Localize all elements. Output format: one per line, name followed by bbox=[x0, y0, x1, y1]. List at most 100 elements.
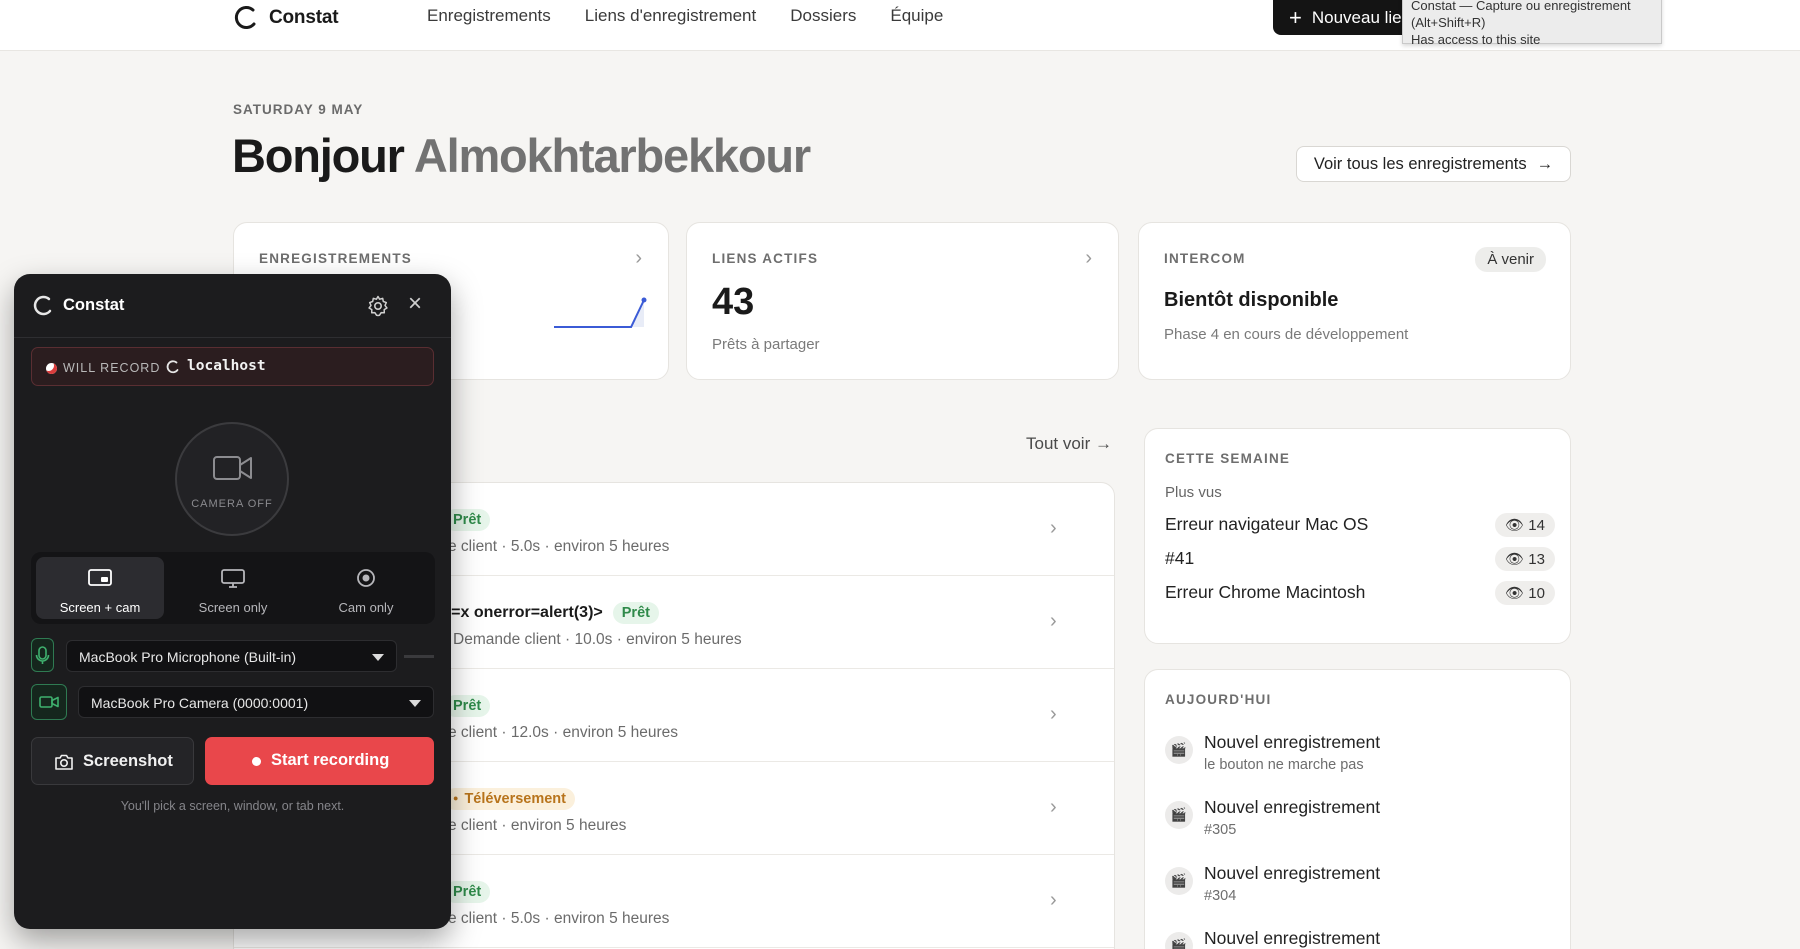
new-link-button[interactable]: + Nouveau lie bbox=[1273, 0, 1413, 35]
activity-title: Nouvel enregistrement bbox=[1204, 732, 1381, 752]
list-item[interactable]: Erreur Chrome Macintosh 👁 10 bbox=[1165, 581, 1555, 605]
microphone-value: MacBook Pro Microphone (Built-in) bbox=[79, 649, 297, 665]
new-link-label: Nouveau lie bbox=[1311, 7, 1402, 27]
this-week-card: CETTE SEMAINE Plus vus Erreur navigateur… bbox=[1144, 428, 1571, 644]
stat-label: LIENS ACTIFS bbox=[712, 251, 819, 266]
current-date: SATURDAY 9 MAY bbox=[233, 102, 364, 117]
recording-meta: e client · 12.0s · environ 5 heures bbox=[448, 724, 679, 741]
will-record-banner: WILL RECORD localhost bbox=[31, 347, 434, 386]
intercom-title: Bientôt disponible bbox=[1164, 289, 1339, 311]
see-all-recordings-button[interactable]: Voir tous les enregistrements → bbox=[1296, 146, 1571, 182]
mode-screen-only[interactable]: Screen only bbox=[169, 557, 297, 619]
extension-tooltip: Constat — Capture ou enregistrement (Alt… bbox=[1402, 0, 1662, 47]
mode-label: Cam only bbox=[338, 600, 394, 615]
intercom-sub: Phase 4 en cours de développement bbox=[1164, 326, 1409, 343]
camera-icon bbox=[55, 754, 73, 770]
see-all-link[interactable]: Tout voir → bbox=[1026, 434, 1112, 454]
record-dot-icon bbox=[252, 757, 261, 766]
page-title: Bonjour Almokhtarbekkour bbox=[232, 128, 811, 183]
list-item[interactable]: #41 👁 13 bbox=[1165, 547, 1555, 571]
recording-title: Téléversement bbox=[434, 788, 575, 810]
mode-label: Screen only bbox=[198, 600, 268, 615]
recording-name: #41 bbox=[1165, 548, 1195, 568]
chevron-right-icon: › bbox=[1050, 703, 1057, 725]
today-card: AUJOURD'HUI 🎬 Nouvel enregistrement le b… bbox=[1144, 669, 1571, 949]
section-label: AUJOURD'HUI bbox=[1165, 692, 1272, 707]
brand-logo[interactable]: Constat bbox=[233, 4, 339, 32]
mic-level-meter bbox=[404, 655, 434, 658]
recording-meta: e client · 5.0s · environ 5 heures bbox=[448, 538, 670, 555]
activity-title: Nouvel enregistrement bbox=[1204, 797, 1381, 817]
nav-link-folders[interactable]: Dossiers bbox=[790, 6, 856, 26]
record-indicator-icon bbox=[46, 363, 57, 374]
clapperboard-icon: 🎬 bbox=[1165, 736, 1193, 764]
chevron-right-icon: › bbox=[1050, 610, 1057, 632]
activity-sub: #304 bbox=[1204, 888, 1237, 904]
nav-link-recording-links[interactable]: Liens d'enregistrement bbox=[585, 6, 756, 26]
screen-cam-icon bbox=[88, 569, 112, 586]
will-record-label: WILL RECORD bbox=[63, 361, 161, 375]
video-camera-icon bbox=[39, 696, 59, 708]
start-recording-button[interactable]: Start recording bbox=[205, 737, 434, 785]
mode-cam-only[interactable]: Cam only bbox=[302, 557, 430, 619]
recorder-panel: Constat × WILL RECORD localhost CAMERA O… bbox=[14, 274, 451, 929]
screenshot-button[interactable]: Screenshot bbox=[31, 737, 194, 785]
coming-soon-badge: À venir bbox=[1475, 247, 1546, 272]
nav-links: Enregistrements Liens d'enregistrement D… bbox=[427, 6, 943, 26]
video-camera-icon bbox=[213, 456, 252, 480]
chevron-right-icon: › bbox=[1085, 247, 1092, 269]
list-item[interactable]: Erreur navigateur Mac OS 👁 14 bbox=[1165, 513, 1555, 537]
status-badge: Prêt bbox=[612, 602, 659, 624]
activity-title: Nouvel enregistrement bbox=[1204, 863, 1381, 883]
active-links-sub: Prêts à partager bbox=[712, 336, 820, 353]
brand-name: Constat bbox=[269, 7, 339, 28]
clapperboard-icon: 🎬 bbox=[1165, 932, 1193, 949]
most-viewed-label: Plus vus bbox=[1165, 484, 1222, 501]
camera-toggle[interactable] bbox=[31, 684, 67, 720]
view-count-badge: 👁 13 bbox=[1495, 547, 1555, 571]
tooltip-line: Has access to this site bbox=[1411, 32, 1541, 47]
tooltip-line: Constat — Capture ou enregistrement bbox=[1411, 0, 1631, 13]
camera-select[interactable]: MacBook Pro Camera (0000:0001) bbox=[78, 686, 434, 718]
activity-item[interactable]: 🎬 Nouvel enregistrement #305 bbox=[1165, 797, 1565, 847]
microphone-toggle[interactable] bbox=[31, 638, 54, 672]
recording-mode-selector: Screen + cam Screen only Cam only bbox=[31, 552, 435, 624]
recording-name: rc=x onerror=alert(3)> bbox=[436, 604, 603, 621]
view-count-badge: 👁 14 bbox=[1495, 513, 1555, 537]
chevron-down-icon bbox=[372, 654, 384, 661]
clapperboard-icon: 🎬 bbox=[1165, 801, 1193, 829]
monitor-icon bbox=[221, 569, 245, 588]
stat-card-active-links[interactable]: LIENS ACTIFS › 43 Prêts à partager bbox=[686, 222, 1119, 380]
mode-screen-cam[interactable]: Screen + cam bbox=[36, 557, 164, 619]
close-icon[interactable]: × bbox=[408, 292, 422, 316]
see-all-label: Voir tous les enregistrements bbox=[1313, 154, 1527, 173]
chevron-right-icon: › bbox=[1050, 517, 1057, 539]
stat-label: INTERCOM bbox=[1164, 251, 1246, 266]
activity-item[interactable]: 🎬 Nouvel enregistrement #304 bbox=[1165, 863, 1565, 913]
webcam-icon bbox=[357, 569, 375, 587]
recording-meta: Demande client · 10.0s · environ 5 heure… bbox=[453, 631, 742, 648]
gear-icon[interactable] bbox=[366, 294, 390, 318]
active-links-count: 43 bbox=[712, 281, 755, 323]
recording-title: rc=x onerror=alert(3)> Prêt bbox=[436, 602, 659, 624]
activity-item[interactable]: 🎬 Nouvel enregistrement bbox=[1165, 928, 1565, 949]
camera-value: MacBook Pro Camera (0000:0001) bbox=[91, 695, 309, 711]
nav-link-recordings[interactable]: Enregistrements bbox=[427, 6, 551, 26]
recorder-header: Constat × bbox=[14, 274, 451, 338]
nav-link-team[interactable]: Équipe bbox=[890, 6, 943, 26]
record-target-host: localhost bbox=[187, 358, 266, 374]
stat-card-intercom: INTERCOM À venir Bientôt disponible Phas… bbox=[1138, 222, 1571, 380]
camera-off-label: CAMERA OFF bbox=[191, 498, 273, 510]
camera-preview: CAMERA OFF bbox=[175, 422, 289, 536]
recording-meta: e client · environ 5 heures bbox=[448, 817, 627, 834]
screenshot-label: Screenshot bbox=[83, 752, 173, 770]
status-badge: Téléversement bbox=[444, 788, 575, 810]
greeting-hello: Bonjour bbox=[232, 129, 405, 182]
chevron-right-icon: › bbox=[1050, 889, 1057, 911]
activity-item[interactable]: 🎬 Nouvel enregistrement le bouton ne mar… bbox=[1165, 732, 1565, 782]
microphone-select[interactable]: MacBook Pro Microphone (Built-in) bbox=[66, 640, 397, 672]
recording-name: Erreur navigateur Mac OS bbox=[1165, 514, 1369, 534]
view-count-badge: 👁 10 bbox=[1495, 581, 1555, 605]
recorder-hint: You'll pick a screen, window, or tab nex… bbox=[120, 799, 345, 813]
mode-label: Screen + cam bbox=[59, 600, 141, 615]
